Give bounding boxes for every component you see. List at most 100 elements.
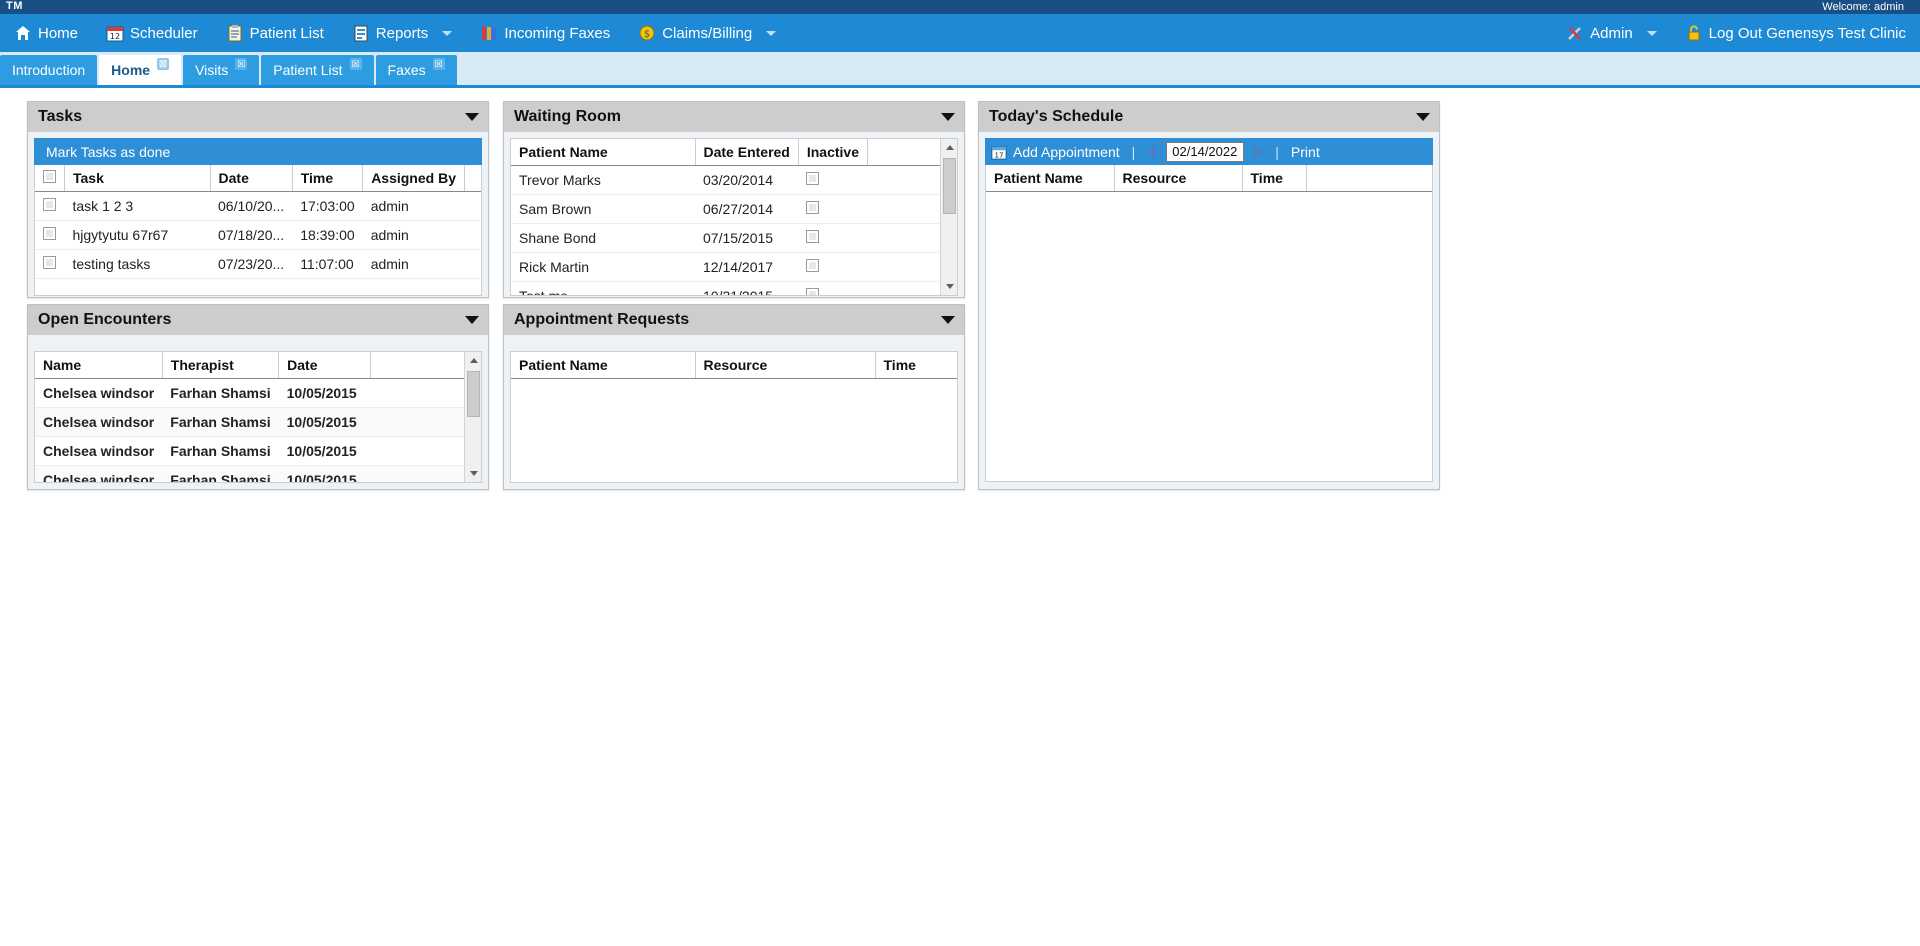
collapse-icon[interactable] bbox=[465, 316, 479, 324]
close-icon[interactable]: ☒ bbox=[157, 58, 170, 70]
print-button[interactable]: Print bbox=[1291, 144, 1320, 160]
column-name: Name bbox=[35, 352, 163, 379]
panel-title: Tasks bbox=[38, 108, 83, 125]
table-row[interactable]: Rick Martin 12/14/2017 bbox=[511, 252, 940, 282]
inactive-checkbox[interactable] bbox=[806, 230, 820, 243]
tab-introduction[interactable]: Introduction bbox=[0, 55, 98, 85]
table-row[interactable]: Chelsea windsor Farhan Shamsi 10/05/2015 bbox=[35, 465, 464, 482]
panel-body: Patient Name Date Entered Inactive Trevo… bbox=[504, 132, 964, 302]
table-row[interactable]: Shane Bond 07/15/2015 bbox=[511, 223, 940, 253]
table-row[interactable]: Trevor Marks 03/20/2014 bbox=[511, 165, 940, 195]
collapse-icon[interactable] bbox=[941, 316, 955, 324]
scroll-down-button[interactable] bbox=[941, 278, 957, 295]
column-spacer bbox=[867, 139, 940, 166]
next-day-button[interactable] bbox=[1254, 144, 1264, 159]
cell-therapist: Farhan Shamsi bbox=[162, 436, 279, 466]
cell-date: 10/05/2015 bbox=[278, 436, 371, 466]
row-checkbox[interactable] bbox=[43, 256, 56, 269]
close-icon[interactable]: ☒ bbox=[349, 58, 362, 70]
nav-label: Admin bbox=[1590, 24, 1633, 42]
cell-date-entered: 06/27/2014 bbox=[695, 194, 799, 224]
home-icon bbox=[14, 24, 32, 42]
toolbar-separator: | bbox=[1275, 143, 1279, 160]
table-row[interactable]: Chelsea windsor Farhan Shamsi 10/05/2015 bbox=[35, 436, 464, 466]
nav-label: Reports bbox=[375, 24, 429, 42]
cell-date: 10/05/2015 bbox=[278, 465, 371, 482]
chevron-down-icon[interactable] bbox=[442, 30, 453, 36]
lock-icon bbox=[1685, 24, 1703, 42]
select-all-header bbox=[35, 165, 65, 192]
tab-home[interactable]: Home ☒ bbox=[99, 55, 182, 85]
scroll-down-button[interactable] bbox=[465, 465, 481, 482]
scroll-up-button[interactable] bbox=[941, 139, 957, 156]
nav-item-scheduler[interactable]: 12 Scheduler bbox=[92, 14, 212, 52]
close-icon[interactable]: ☒ bbox=[235, 58, 248, 70]
report-icon bbox=[352, 24, 370, 42]
inactive-checkbox[interactable] bbox=[806, 201, 820, 214]
main-navigation-bar: Home 12 Scheduler Patient List Reports I… bbox=[0, 14, 1920, 52]
close-icon[interactable]: ☒ bbox=[432, 58, 445, 70]
cell-spacer bbox=[464, 220, 481, 250]
appointment-requests-grid: Patient Name Resource Time bbox=[510, 351, 958, 483]
table-row[interactable]: Sam Brown 06/27/2014 bbox=[511, 194, 940, 224]
cell-date: 06/10/20... bbox=[210, 191, 293, 221]
cell-patient-name: Sam Brown bbox=[511, 194, 695, 224]
cell-time: 17:03:00 bbox=[292, 191, 363, 221]
row-checkbox[interactable] bbox=[43, 198, 56, 211]
inactive-checkbox[interactable] bbox=[806, 259, 820, 272]
mark-tasks-done-button[interactable]: Mark Tasks as done bbox=[40, 144, 170, 160]
cell-patient-name: Test me bbox=[511, 281, 695, 295]
waiting-room-grid: Patient Name Date Entered Inactive Trevo… bbox=[510, 138, 958, 296]
nav-item-reports[interactable]: Reports bbox=[338, 14, 467, 52]
cell-task: testing tasks bbox=[64, 249, 211, 279]
tab-patient-list[interactable]: Patient List ☒ bbox=[261, 55, 374, 85]
waiting-room-scrollbar[interactable] bbox=[940, 139, 957, 295]
select-all-checkbox[interactable] bbox=[43, 170, 56, 183]
cell-date-entered: 12/14/2017 bbox=[695, 252, 799, 282]
table-row[interactable]: testing tasks 07/23/20... 11:07:00 admin bbox=[35, 249, 481, 279]
nav-item-claims-billing[interactable]: $ Claims/Billing bbox=[624, 14, 790, 52]
column-patient-name: Patient Name bbox=[986, 165, 1115, 192]
panel-open-encounters: Open Encounters Name Therapist Date Chel… bbox=[27, 304, 489, 490]
tasks-table: Task Date Time Assigned By task 1 2 3 06… bbox=[35, 165, 481, 279]
cell-time: 18:39:00 bbox=[292, 220, 363, 250]
collapse-icon[interactable] bbox=[941, 113, 955, 121]
row-checkbox-cell bbox=[35, 220, 65, 250]
appointment-requests-table: Patient Name Resource Time bbox=[511, 352, 957, 379]
previous-day-button[interactable] bbox=[1147, 144, 1157, 159]
table-row[interactable]: task 1 2 3 06/10/20... 17:03:00 admin bbox=[35, 191, 481, 221]
nav-item-home[interactable]: Home bbox=[0, 14, 92, 52]
schedule-date-input[interactable] bbox=[1166, 141, 1245, 162]
open-encounters-scrollbar[interactable] bbox=[464, 352, 481, 482]
nav-label: Home bbox=[38, 24, 79, 42]
nav-item-logout[interactable]: Log Out Genensys Test Clinic bbox=[1671, 14, 1920, 52]
collapse-icon[interactable] bbox=[465, 113, 479, 121]
cell-spacer bbox=[370, 436, 464, 466]
nav-label: Log Out Genensys Test Clinic bbox=[1708, 24, 1906, 42]
inactive-checkbox[interactable] bbox=[806, 172, 820, 185]
table-row[interactable]: Test me 10/31/2015 bbox=[511, 281, 940, 295]
scrollbar-thumb[interactable] bbox=[467, 371, 480, 417]
table-row[interactable]: hjgytyutu 67r67 07/18/20... 18:39:00 adm… bbox=[35, 220, 481, 250]
chevron-down-icon[interactable] bbox=[1646, 30, 1657, 36]
add-appointment-button[interactable]: 17 Add Appointment bbox=[991, 144, 1120, 160]
table-row[interactable]: Chelsea windsor Farhan Shamsi 10/05/2015 bbox=[35, 378, 464, 408]
cell-task: task 1 2 3 bbox=[64, 191, 211, 221]
inactive-checkbox[interactable] bbox=[806, 288, 820, 295]
table-header-row: Patient Name Resource Time bbox=[511, 352, 957, 379]
table-row[interactable]: Chelsea windsor Farhan Shamsi 10/05/2015 bbox=[35, 407, 464, 437]
nav-item-admin[interactable]: Admin bbox=[1552, 14, 1671, 52]
collapse-icon[interactable] bbox=[1416, 113, 1430, 121]
nav-item-patient-list[interactable]: Patient List bbox=[212, 14, 338, 52]
nav-label: Scheduler bbox=[130, 24, 198, 42]
tab-faxes[interactable]: Faxes ☒ bbox=[375, 55, 457, 85]
nav-item-incoming-faxes[interactable]: Incoming Faxes bbox=[466, 14, 624, 52]
tab-visits[interactable]: Visits ☒ bbox=[183, 55, 260, 85]
scrollbar-thumb[interactable] bbox=[943, 158, 956, 214]
panel-tasks: Tasks Mark Tasks as done Task Date Time … bbox=[27, 101, 489, 298]
cell-date-entered: 03/20/2014 bbox=[695, 165, 799, 195]
chevron-down-icon[interactable] bbox=[766, 30, 777, 36]
app-logo: TM bbox=[6, 0, 23, 12]
row-checkbox[interactable] bbox=[43, 227, 56, 240]
scroll-up-button[interactable] bbox=[465, 352, 481, 369]
